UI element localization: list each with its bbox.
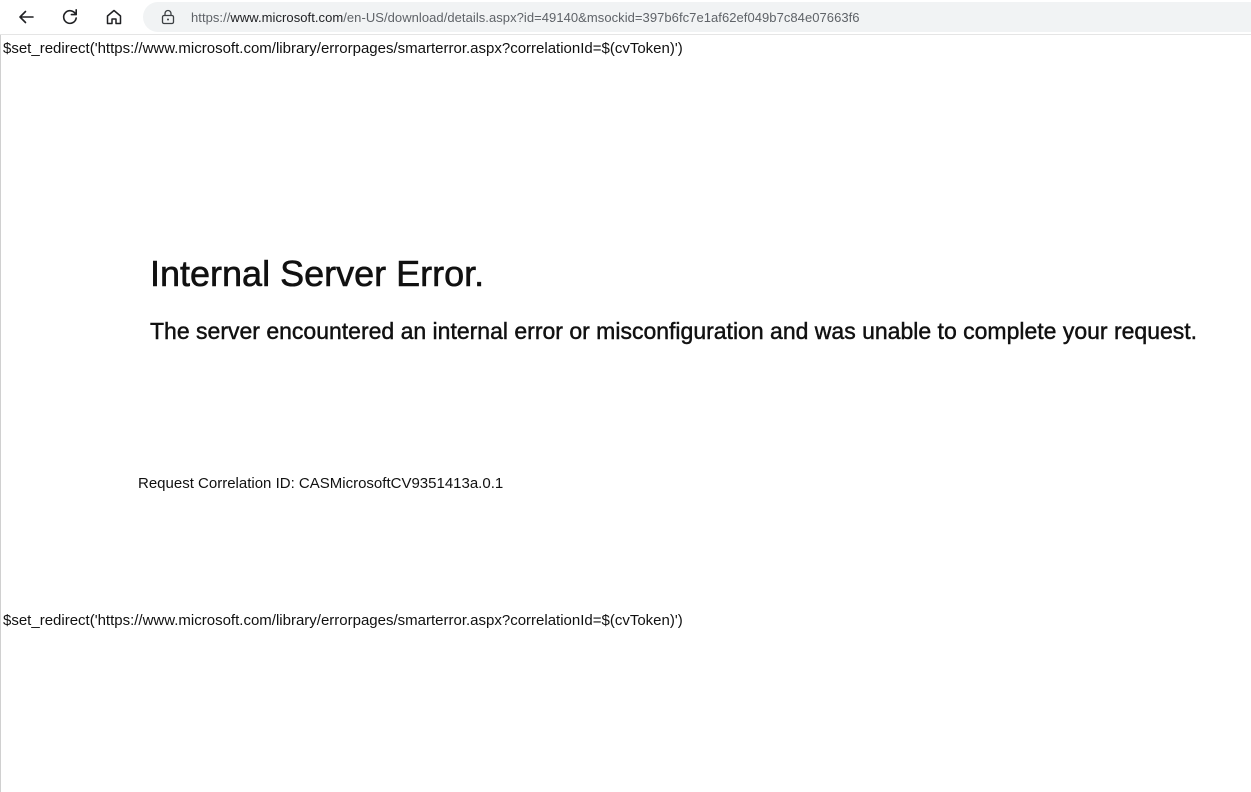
error-title: Internal Server Error. <box>150 253 485 295</box>
url-prefix: https:// <box>191 9 231 25</box>
page-content: $set_redirect('https://www.microsoft.com… <box>0 35 1251 792</box>
home-icon <box>106 9 122 25</box>
correlation-id-line: Request Correlation ID: CASMicrosoftCV93… <box>138 475 503 492</box>
address-bar[interactable]: https://www.microsoft.com/en-US/download… <box>143 2 1251 32</box>
url-text[interactable]: https://www.microsoft.com/en-US/download… <box>191 10 860 25</box>
reload-icon <box>62 9 77 25</box>
correlation-label: Request Correlation ID: <box>138 475 295 492</box>
correlation-id-value: CASMicrosoftCV9351413a.0.1 <box>298 475 504 492</box>
redirect-text-bottom: $set_redirect('https://www.microsoft.com… <box>3 612 683 629</box>
lock-icon[interactable] <box>160 9 176 25</box>
arrow-left-icon <box>19 10 34 24</box>
url-host: www.microsoft.com <box>230 9 344 25</box>
url-path: /en-US/download/details.aspx?id=49140&ms… <box>343 9 860 25</box>
redirect-text-top: $set_redirect('https://www.microsoft.com… <box>3 40 683 57</box>
browser-toolbar: https://www.microsoft.com/en-US/download… <box>0 0 1251 35</box>
reload-button[interactable] <box>56 3 84 31</box>
back-button[interactable] <box>12 3 40 31</box>
home-button[interactable] <box>100 3 128 31</box>
error-message: The server encountered an internal error… <box>150 318 1198 344</box>
